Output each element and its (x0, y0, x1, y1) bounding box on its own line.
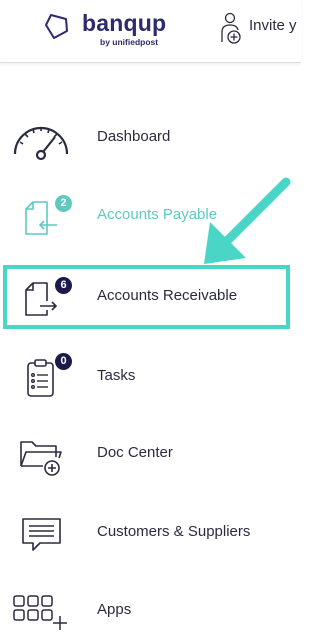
banqup-shield-icon (45, 14, 68, 39)
sidebar-item-label: Doc Center (97, 444, 173, 461)
sidebar-item-tasks[interactable]: 0 Tasks (0, 344, 301, 410)
sidebar-item-apps[interactable]: Apps (0, 578, 301, 644)
sidebar-item-label: Apps (97, 601, 132, 618)
apps-grid-icon (13, 595, 67, 630)
sidebar-item-label: Accounts Receivable (97, 287, 238, 304)
logo-text: banqup (82, 10, 167, 36)
sidebar-item-label: Tasks (97, 367, 136, 384)
payable-count-badge: 2 (55, 195, 72, 212)
sidebar-item-accounts-payable[interactable]: 2 Accounts Payable (0, 183, 301, 249)
sidebar-item-label: Accounts Payable (97, 206, 218, 223)
banqup-logo[interactable]: banqup by unifiedpost (40, 9, 180, 49)
customers-suppliers-chat-icon (22, 518, 61, 551)
logo-subtitle: by unifiedpost (100, 37, 159, 47)
sidebar-item-dashboard[interactable]: Dashboard (0, 105, 301, 171)
sidebar-nav: Dashboard 2 Accounts Payable 6 Accounts … (0, 63, 301, 634)
tasks-count-badge: 0 (55, 353, 72, 370)
invite-label: Invite y (249, 17, 297, 34)
receivable-count-badge: 6 (55, 277, 72, 294)
doc-center-folder-icon (20, 441, 62, 476)
top-bar: banqup by unifiedpost Invite y (0, 0, 301, 63)
dashboard-gauge-icon (13, 126, 69, 161)
sidebar-item-doc-center[interactable]: Doc Center (0, 421, 301, 487)
sidebar-item-label: Customers & Suppliers (97, 523, 251, 540)
sidebar-item-label: Dashboard (97, 128, 171, 145)
add-user-icon (221, 12, 241, 44)
sidebar-item-accounts-receivable[interactable]: 6 Accounts Receivable (0, 264, 301, 330)
sidebar-item-customers-suppliers[interactable]: Customers & Suppliers (0, 500, 301, 566)
